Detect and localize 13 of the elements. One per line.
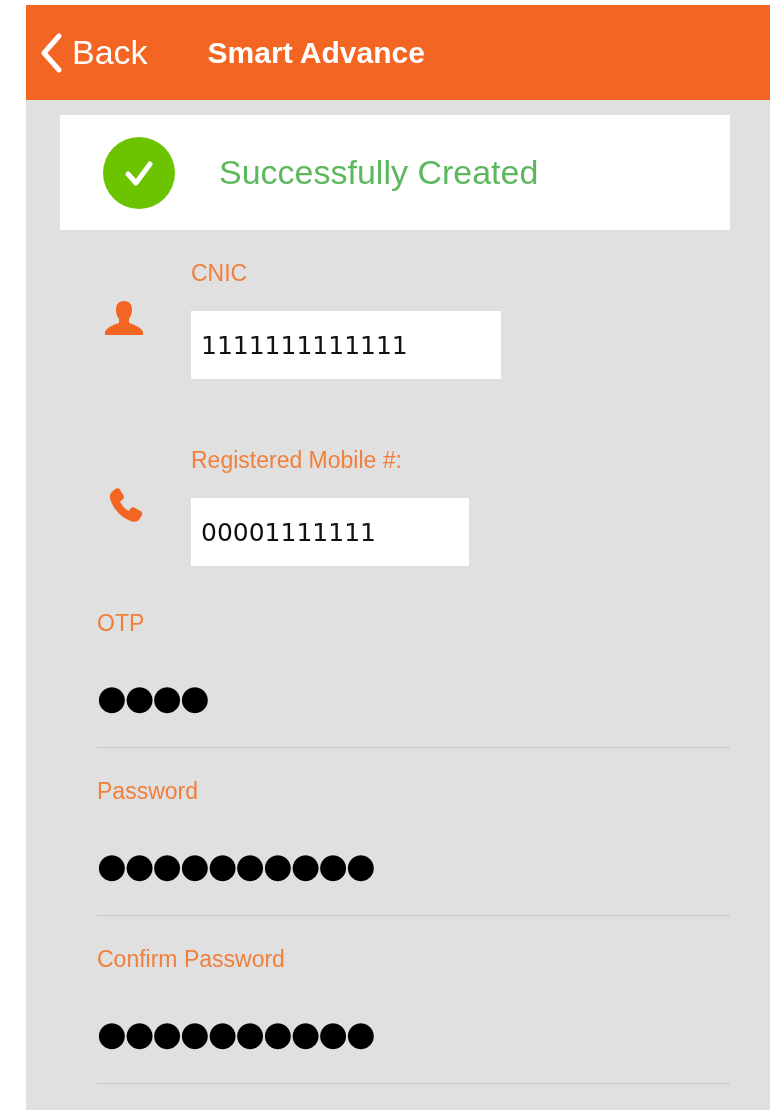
input-field[interactable]: 00001111111 (191, 498, 469, 566)
chevron-left-icon (40, 32, 62, 73)
screen-title: Smart Advance (207, 35, 425, 70)
field-label: Confirm Password (97, 946, 286, 973)
input-field[interactable]: 1111111111111 (191, 311, 501, 379)
field-label: Password (97, 778, 199, 805)
password-field[interactable]: ●●●●●●●●●● (97, 845, 730, 885)
status-message: Successfully Created (219, 153, 539, 192)
field-label: OTP (97, 610, 146, 637)
password-field[interactable]: ●●●● (97, 677, 730, 717)
field-label: CNIC (191, 260, 249, 287)
field-label: Registered Mobile #: (191, 447, 403, 474)
password-field[interactable]: ●●●●●●●●●● (97, 1013, 730, 1053)
